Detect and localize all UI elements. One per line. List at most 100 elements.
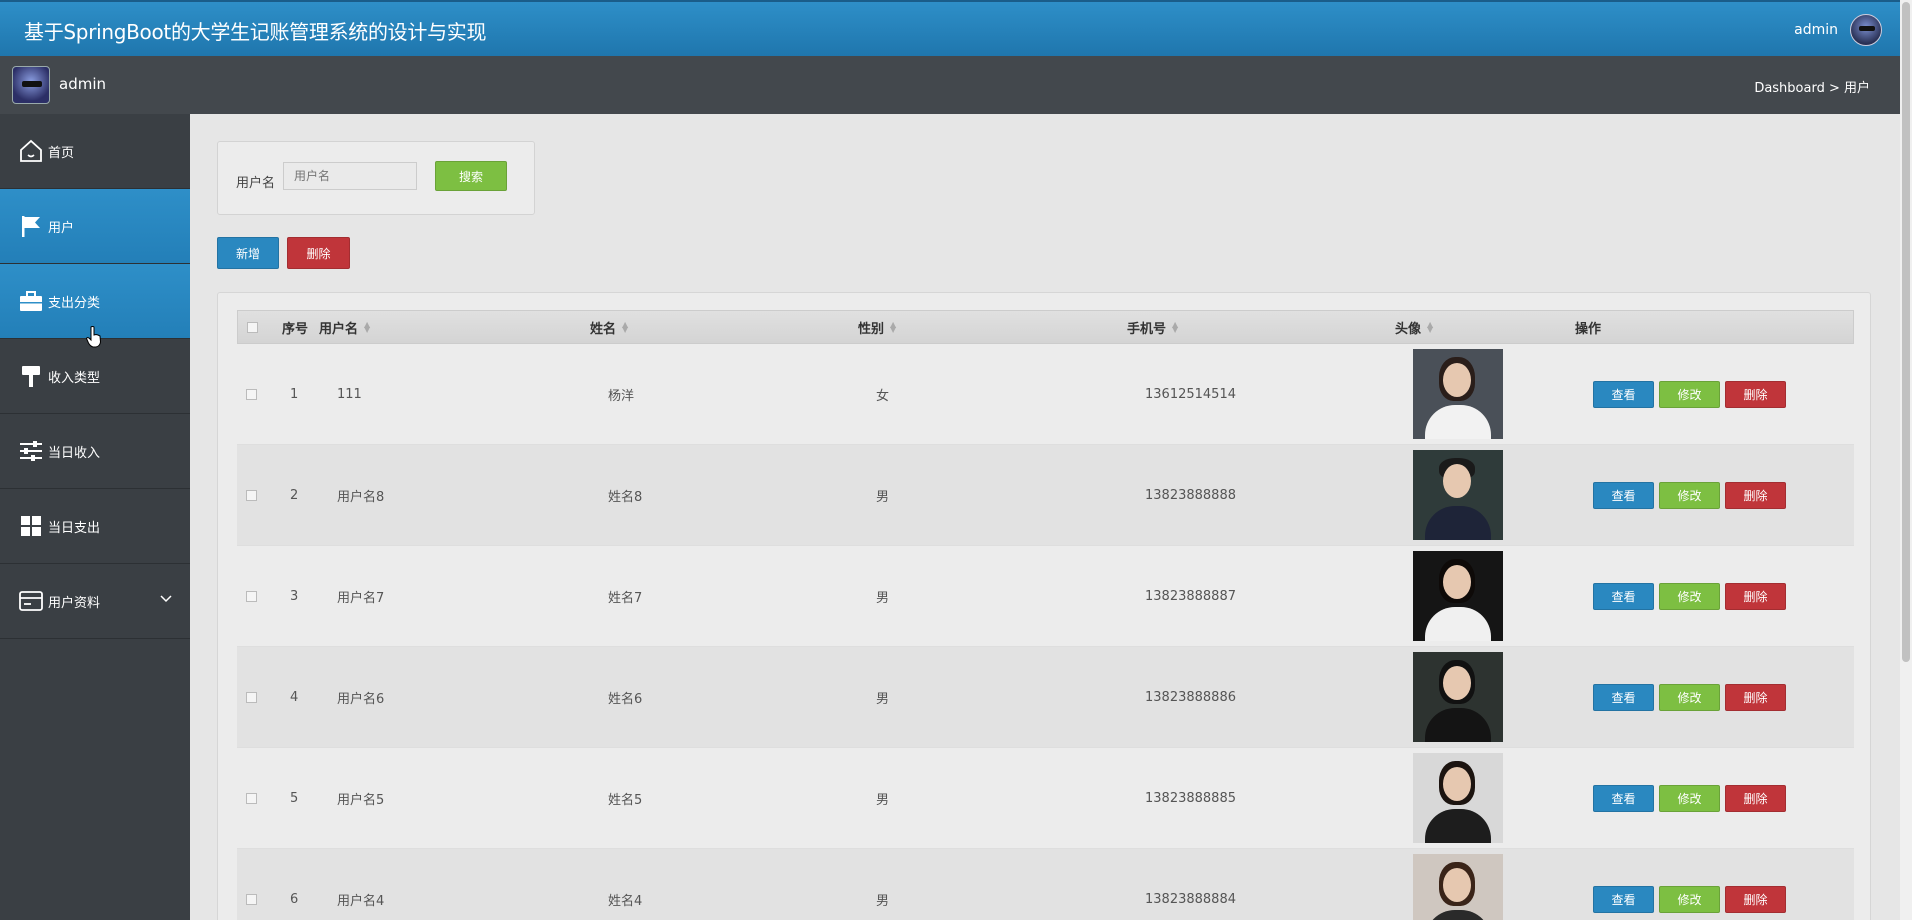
delete-button[interactable]: 删除	[1725, 784, 1786, 812]
sidebar-item-label: 当日收入	[48, 445, 101, 461]
select-all-checkbox[interactable]	[247, 321, 258, 333]
view-button[interactable]: 查看	[1593, 784, 1654, 812]
sort-icon[interactable]: ▲ ▼	[1427, 321, 1433, 334]
top-header: 基于SpringBoot的大学生记账管理系统的设计与实现 admin	[0, 0, 1900, 56]
sidebar-item-daily-income[interactable]: 当日收入	[0, 414, 190, 489]
delete-button[interactable]: 删除	[1725, 380, 1786, 408]
user-table-panel: 序号 用户名 ▲ ▼ 姓名 ▲ ▼ 性别 ▲ ▼ 手机号 ▲ ▼ 头像 ▲ ▼ 操作 1 111 杨…	[217, 292, 1871, 920]
edit-button[interactable]: 修改	[1659, 885, 1720, 913]
sort-icon[interactable]: ▲ ▼	[622, 321, 628, 334]
column-header-username[interactable]: 用户名 ▲ ▼	[319, 311, 370, 343]
sort-icon[interactable]: ▲ ▼	[890, 321, 896, 334]
sidebar-item-daily-expense[interactable]: 当日支出	[0, 489, 190, 564]
cell-name: 杨洋	[608, 388, 635, 404]
user-photo[interactable]	[1413, 652, 1503, 742]
cell-gender: 男	[876, 691, 890, 707]
cell-name: 姓名5	[608, 792, 643, 808]
edit-button[interactable]: 修改	[1659, 683, 1720, 711]
cell-no: 5	[290, 790, 299, 806]
user-photo[interactable]	[1413, 349, 1503, 439]
edit-button[interactable]: 修改	[1659, 582, 1720, 610]
table-header: 序号 用户名 ▲ ▼ 姓名 ▲ ▼ 性别 ▲ ▼ 手机号 ▲ ▼ 头像 ▲ ▼ 操作	[237, 310, 1854, 344]
cell-phone: 13823888886	[1145, 689, 1236, 705]
cell-gender: 男	[876, 590, 890, 606]
sidebar-username: admin	[59, 75, 106, 93]
table-row[interactable]: 5 用户名5 姓名5 男 13823888885 查看 修改 删除	[237, 748, 1854, 849]
table-row[interactable]: 2 用户名8 姓名8 男 13823888888 查看 修改 删除	[237, 445, 1854, 546]
view-button[interactable]: 查看	[1593, 380, 1654, 408]
sort-icon[interactable]: ▲ ▼	[1172, 321, 1178, 334]
sidebar-item-label: 收入类型	[48, 370, 101, 386]
sort-icon[interactable]: ▲ ▼	[364, 321, 370, 334]
sliders-icon	[18, 438, 44, 464]
row-checkbox[interactable]	[246, 388, 257, 400]
column-header-gender[interactable]: 性别 ▲ ▼	[858, 311, 896, 343]
user-photo[interactable]	[1413, 450, 1503, 540]
view-button[interactable]: 查看	[1593, 885, 1654, 913]
cell-phone: 13823888887	[1145, 588, 1236, 604]
column-header-name[interactable]: 姓名 ▲ ▼	[590, 311, 628, 343]
cell-no: 2	[290, 487, 299, 503]
table-row[interactable]: 4 用户名6 姓名6 男 13823888886 查看 修改 删除	[237, 647, 1854, 748]
delete-button[interactable]: 删除	[1725, 683, 1786, 711]
view-button[interactable]: 查看	[1593, 683, 1654, 711]
cell-username: 用户名5	[337, 792, 385, 808]
column-header-avatar[interactable]: 头像 ▲ ▼	[1395, 311, 1433, 343]
row-checkbox[interactable]	[246, 590, 257, 602]
row-checkbox[interactable]	[246, 691, 257, 703]
cell-name: 姓名6	[608, 691, 643, 707]
cell-name: 姓名8	[608, 489, 643, 505]
add-button[interactable]: 新增	[217, 237, 279, 269]
user-table: 序号 用户名 ▲ ▼ 姓名 ▲ ▼ 性别 ▲ ▼ 手机号 ▲ ▼ 头像 ▲ ▼ 操作 1 111 杨…	[237, 310, 1854, 920]
row-checkbox[interactable]	[246, 792, 257, 804]
sidebar-item-users[interactable]: 用户	[0, 189, 190, 264]
bulk-delete-button[interactable]: 删除	[287, 237, 350, 269]
username-search-input[interactable]	[283, 162, 417, 190]
header-username[interactable]: admin	[1794, 22, 1838, 38]
cell-gender: 男	[876, 893, 890, 909]
view-button[interactable]: 查看	[1593, 582, 1654, 610]
delete-button[interactable]: 删除	[1725, 885, 1786, 913]
user-photo[interactable]	[1413, 551, 1503, 641]
hand-cursor-icon	[85, 326, 102, 352]
delete-button[interactable]: 删除	[1725, 582, 1786, 610]
sidebar-item-user-profile[interactable]: 用户资料	[0, 564, 190, 639]
sidebar-item-label: 首页	[48, 145, 75, 161]
cell-phone: 13823888888	[1145, 487, 1236, 503]
cell-no: 4	[290, 689, 299, 705]
row-checkbox[interactable]	[246, 489, 257, 501]
cell-no: 6	[290, 891, 299, 907]
view-button[interactable]: 查看	[1593, 481, 1654, 509]
table-row[interactable]: 1 111 杨洋 女 13612514514 查看 修改 删除	[237, 344, 1854, 445]
user-photo[interactable]	[1413, 854, 1503, 920]
cell-username: 用户名7	[337, 590, 385, 606]
user-avatar	[12, 66, 50, 104]
row-actions: 查看 修改 删除	[1593, 748, 1791, 848]
table-row[interactable]: 6 用户名4 姓名4 男 13823888884 查看 修改 删除	[237, 849, 1854, 920]
page-scrollbar[interactable]	[1900, 0, 1912, 920]
scrollbar-thumb[interactable]	[1902, 2, 1910, 662]
sidebar: 首页 用户 支出分类 收入类型 当日收入 当日支出 用户资料	[0, 114, 190, 920]
row-checkbox[interactable]	[246, 893, 257, 905]
column-header-actions: 操作	[1575, 321, 1602, 337]
user-photo[interactable]	[1413, 753, 1503, 843]
edit-button[interactable]: 修改	[1659, 380, 1720, 408]
cell-username: 用户名6	[337, 691, 385, 707]
edit-button[interactable]: 修改	[1659, 784, 1720, 812]
column-header-phone[interactable]: 手机号 ▲ ▼	[1127, 311, 1178, 343]
search-label: 用户名	[236, 176, 276, 191]
edit-button[interactable]: 修改	[1659, 481, 1720, 509]
search-panel: 用户名 搜索	[217, 141, 535, 215]
header-user-menu[interactable]: admin	[1794, 14, 1900, 46]
table-row[interactable]: 3 用户名7 姓名7 男 13823888887 查看 修改 删除	[237, 546, 1854, 647]
delete-button[interactable]: 删除	[1725, 481, 1786, 509]
sidebar-item-home[interactable]: 首页	[0, 114, 190, 189]
header-avatar[interactable]	[1850, 14, 1882, 46]
sub-header: admin Dashboard > 用户	[0, 56, 1900, 114]
main-content: 用户名 搜索 新增 删除 序号 用户名▲▼ 姓名▲▼ 性别▲▼ 手机号▲▼ 头像…	[190, 114, 1900, 920]
cell-no: 3	[290, 588, 299, 604]
search-button[interactable]: 搜索	[435, 161, 507, 191]
row-actions: 查看 修改 删除	[1593, 546, 1791, 646]
home-icon	[18, 138, 44, 164]
paint-roller-icon	[18, 363, 44, 389]
